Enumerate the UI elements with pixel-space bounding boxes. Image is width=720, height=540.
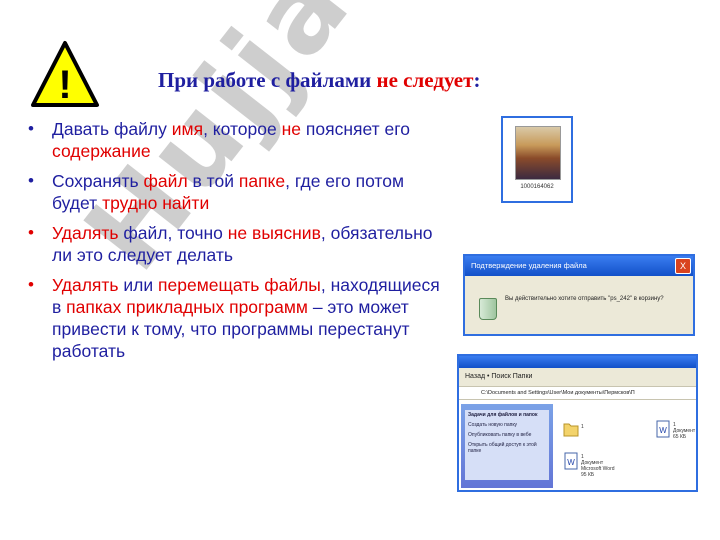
svg-text:!: ! bbox=[58, 63, 71, 107]
bullet-text: Сохранять bbox=[52, 171, 144, 191]
bullet-text: папках прикладных программ bbox=[66, 297, 308, 317]
bullet-text: или bbox=[118, 275, 159, 295]
dialog-title: Подтверждение удаления файла bbox=[471, 261, 587, 270]
page-title: При работе с файлами не следует: bbox=[158, 68, 480, 93]
bullet-dot: • bbox=[28, 119, 34, 138]
bullet-text: Давать файлу bbox=[52, 119, 172, 139]
bullet-item: • Сохранять файл в той папке, где его пот… bbox=[24, 170, 444, 214]
task-publish[interactable]: Опубликовать папку в вебе bbox=[468, 432, 546, 438]
thumbnail-caption: 1000164062 bbox=[520, 184, 554, 190]
file-type: Документ Microsoft Word bbox=[581, 460, 615, 472]
bullet-item: • Давать файлу имя, которое не поясняет е… bbox=[24, 118, 444, 162]
bullet-text: папке bbox=[238, 171, 286, 191]
bullet-text: Удалять bbox=[52, 275, 119, 295]
toolbar-text: Назад • Поиск Папки bbox=[465, 373, 533, 380]
bullet-dot: • bbox=[28, 223, 34, 242]
bullet-text: в той bbox=[187, 171, 239, 191]
title-part2: не следует bbox=[376, 68, 474, 92]
bullet-text: содержание bbox=[52, 141, 151, 161]
task-pane: Задачи для файлов и папок Создать новую … bbox=[461, 404, 553, 488]
bullet-text: не bbox=[281, 119, 302, 139]
bullet-dot: • bbox=[28, 171, 34, 190]
dialog-message: Вы действительно хотите отправить "ps_24… bbox=[505, 296, 664, 302]
bullet-item: • Удалять или перемещать файлы, находящие… bbox=[24, 274, 444, 362]
file-item: 1 Документ 65 КБ bbox=[673, 422, 695, 440]
svg-text:W: W bbox=[659, 426, 667, 435]
close-button[interactable]: X bbox=[675, 258, 691, 274]
delete-confirm-dialog: Подтверждение удаления файла X Вы действ… bbox=[463, 254, 695, 336]
bullet-dot: • bbox=[28, 275, 34, 294]
explorer-titlebar bbox=[459, 356, 696, 368]
title-part1: При работе с файлами bbox=[158, 68, 377, 92]
bullet-text: перемещать файлы bbox=[158, 275, 321, 295]
task-share[interactable]: Открыть общий доступ к этой папке bbox=[468, 442, 546, 454]
file-thumbnail: 1000164062 bbox=[501, 116, 573, 203]
folder-icon[interactable] bbox=[563, 420, 579, 438]
file-size: 65 КБ bbox=[673, 434, 687, 440]
dialog-titlebar: Подтверждение удаления файла X bbox=[465, 256, 693, 276]
thumbnail-image bbox=[515, 126, 561, 180]
file-size: 95 КБ bbox=[581, 472, 595, 478]
explorer-toolbar[interactable]: Назад • Поиск Папки bbox=[459, 368, 696, 387]
bullet-text: файл, точно bbox=[118, 223, 228, 243]
task-pane-title: Задачи для файлов и папок bbox=[468, 412, 538, 418]
recycle-bin-icon bbox=[479, 298, 497, 320]
bullet-list: • Давать файлу имя, которое не поясняет е… bbox=[24, 118, 444, 370]
word-document-icon[interactable]: W bbox=[655, 420, 671, 438]
explorer-window: Назад • Поиск Папки C:\Documents and Set… bbox=[457, 354, 698, 492]
file-item: 1 Документ Microsoft Word 95 КБ bbox=[581, 454, 621, 478]
bullet-text: имя bbox=[171, 119, 204, 139]
file-name: 1 bbox=[581, 424, 584, 430]
bullet-item: • Удалять файл, точно не выяснив, обязате… bbox=[24, 222, 444, 266]
bullet-text: , которое bbox=[203, 119, 282, 139]
bullet-text: трудно найти bbox=[102, 193, 210, 213]
bullet-text: Удалять bbox=[52, 223, 119, 243]
bullet-text: поясняет его bbox=[301, 119, 410, 139]
task-new-folder[interactable]: Создать новую папку bbox=[468, 422, 546, 428]
bullet-text: не выяснив bbox=[227, 223, 321, 243]
title-part3: : bbox=[473, 68, 481, 92]
svg-text:W: W bbox=[567, 458, 575, 467]
address-bar[interactable]: C:\Documents and Settings\User\Мои докум… bbox=[459, 387, 696, 400]
word-document-icon[interactable]: W bbox=[563, 452, 579, 470]
bullet-text: файл bbox=[143, 171, 188, 191]
warning-icon: ! bbox=[31, 41, 99, 107]
